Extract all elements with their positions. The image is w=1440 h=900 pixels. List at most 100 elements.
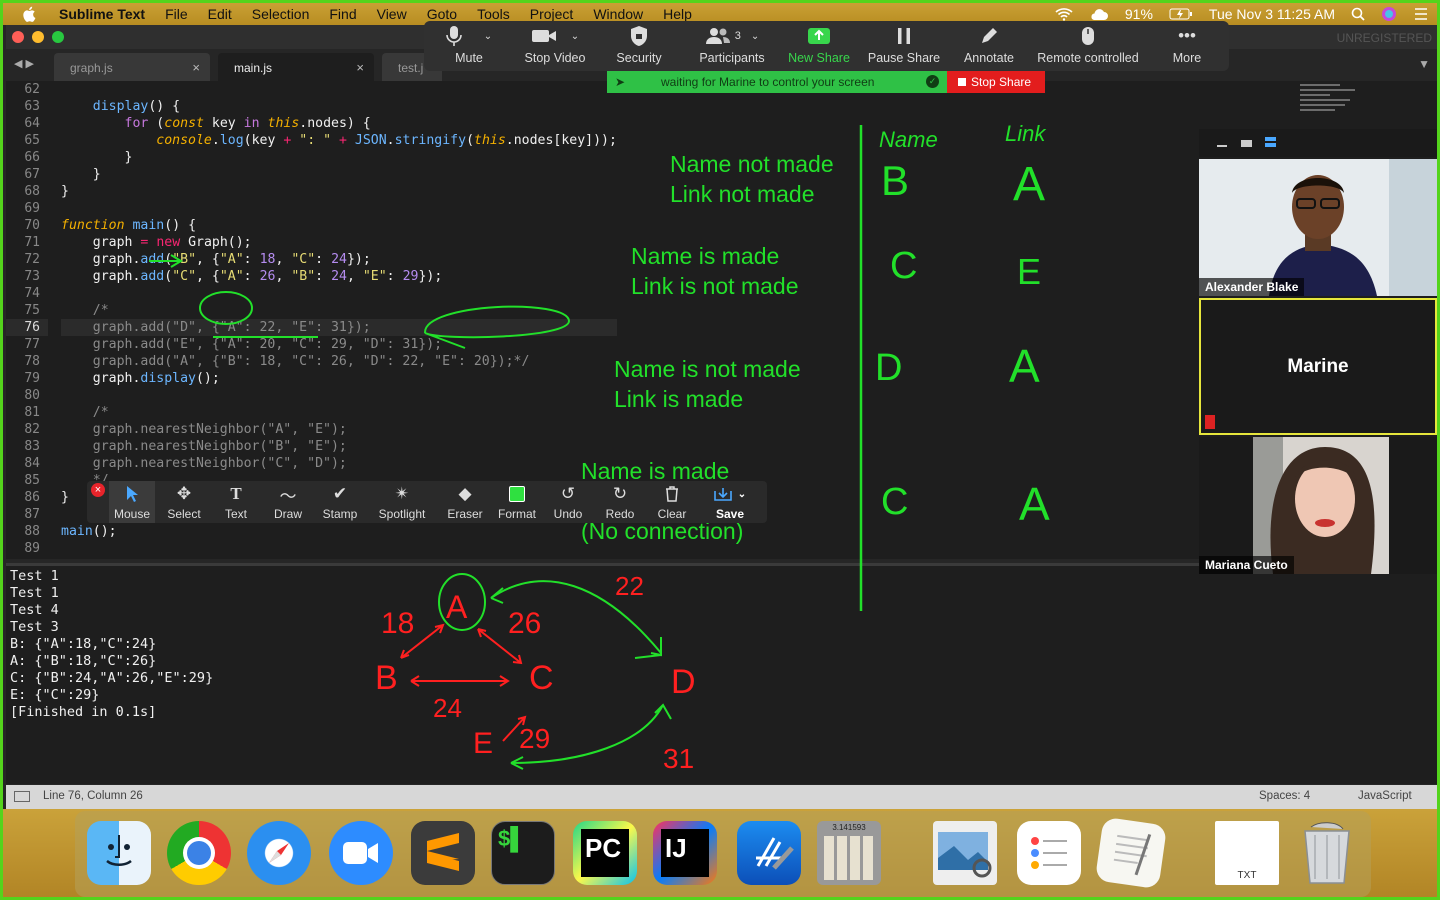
- graph-node-a: A: [446, 589, 468, 625]
- microphone-icon: [445, 26, 462, 46]
- dock-pycharm[interactable]: PC: [573, 821, 637, 885]
- more-button[interactable]: ••• More: [1164, 21, 1210, 71]
- stop-video-label: Stop Video: [524, 51, 586, 65]
- chevron-down-icon[interactable]: ⌄: [484, 31, 492, 42]
- dock-preview[interactable]: [933, 821, 997, 885]
- select-label: Select: [167, 507, 201, 521]
- dock-textedit[interactable]: [1094, 816, 1168, 890]
- dock-intellij[interactable]: IJ: [653, 821, 717, 885]
- more-label: More: [1172, 51, 1202, 65]
- zoom-meeting-toolbar: ⌄ Mute ⌄ Stop Video Security 3 ⌄ Particip…: [424, 21, 1229, 71]
- video-tile-alexander[interactable]: Alexander Blake: [1199, 159, 1437, 296]
- share-arrow-icon: [808, 28, 830, 44]
- annotate-button[interactable]: Annotate: [958, 21, 1020, 71]
- participant-video: [1199, 159, 1437, 296]
- gallery-view-icon[interactable]: [1265, 137, 1276, 147]
- eraser-tool[interactable]: ◆ Eraser: [441, 481, 489, 523]
- pencil-icon: [982, 28, 997, 43]
- xcode-icon: [756, 837, 794, 870]
- pause-share-button[interactable]: Pause Share: [866, 21, 942, 71]
- format-tool[interactable]: Format: [493, 481, 541, 523]
- spotlight-tool[interactable]: ✴ Spotlight: [373, 481, 431, 523]
- dock-reminders[interactable]: [1017, 821, 1081, 885]
- dock-xcode[interactable]: [737, 821, 801, 885]
- stop-share-button[interactable]: Stop Share: [947, 71, 1045, 93]
- note-1-line-2: Link not made: [670, 181, 815, 207]
- graph-node-d: D: [671, 663, 696, 701]
- text-label: Text: [224, 507, 247, 521]
- draw-tool[interactable]: 〜 Draw: [265, 481, 311, 523]
- table-cell: E: [1017, 251, 1042, 292]
- reminders-icon: [1031, 837, 1067, 869]
- participant-count: 3: [734, 30, 741, 42]
- dock-sublime-text[interactable]: [411, 821, 475, 885]
- save-icon: [713, 488, 732, 501]
- mouse-pointer-icon: ➤: [615, 75, 626, 89]
- graph-node-b: B: [375, 659, 398, 697]
- stop-video-button[interactable]: ⌄ Stop Video: [518, 21, 592, 71]
- annotation-circle: [199, 291, 253, 325]
- dock-calculator[interactable]: 3.141593: [817, 821, 881, 885]
- dock-finder[interactable]: [87, 821, 151, 885]
- undo-tool[interactable]: ↺ Undo: [545, 481, 591, 523]
- note-3-line-1: Name is not made: [614, 356, 801, 382]
- dock-terminal[interactable]: $▌: [491, 821, 555, 885]
- new-share-label: New Share: [788, 51, 850, 65]
- chevron-down-icon[interactable]: ⌄: [571, 31, 579, 42]
- waiting-text: waiting for Marine to control your scree…: [661, 75, 875, 89]
- save-tool[interactable]: ⌄ Save: [705, 481, 755, 523]
- note-2-line-2: Link is not made: [631, 273, 799, 299]
- dock-txt-file[interactable]: TXT: [1215, 821, 1279, 885]
- eraser-label: Eraser: [447, 507, 483, 521]
- compass-icon: [269, 843, 289, 863]
- table-cell: C: [881, 481, 909, 523]
- screen: Sublime Text File Edit Selection Find Vi…: [0, 0, 1440, 900]
- dock-safari[interactable]: [247, 821, 311, 885]
- chevron-down-icon[interactable]: ⌄: [751, 31, 759, 42]
- shield-icon: [631, 26, 647, 46]
- cursor-arrow-icon: [127, 486, 138, 502]
- mute-button[interactable]: ⌄ Mute: [444, 21, 494, 71]
- minimize-icon[interactable]: [1217, 145, 1227, 147]
- undo-label: Undo: [553, 507, 583, 521]
- table-cell: C: [890, 245, 918, 287]
- stamp-tool[interactable]: ✔ Stamp: [317, 481, 363, 523]
- close-annotation-icon[interactable]: ×: [91, 483, 105, 497]
- dock-zoom[interactable]: [329, 821, 393, 885]
- security-button[interactable]: Security: [610, 21, 668, 71]
- table-cell: D: [875, 347, 903, 389]
- squiggle-icon: 〜: [279, 486, 297, 506]
- video-tile-mariana[interactable]: Mariana Cueto: [1199, 437, 1437, 574]
- dock-chrome[interactable]: [167, 821, 231, 885]
- trash-icon: [666, 486, 678, 502]
- pause-share-label: Pause Share: [867, 51, 941, 65]
- move-icon: ✥: [176, 484, 192, 503]
- text-tool[interactable]: T Text: [213, 481, 259, 523]
- remote-controlled-label: Remote controlled: [1037, 51, 1139, 65]
- remote-controlled-button[interactable]: Remote controlled: [1032, 21, 1144, 71]
- window-icon[interactable]: [1241, 140, 1252, 147]
- table-header-name: Name: [879, 127, 938, 152]
- text-icon: T: [230, 484, 242, 503]
- select-tool[interactable]: ✥ Select: [161, 481, 207, 523]
- redo-tool[interactable]: ↻ Redo: [597, 481, 643, 523]
- spotlight-label: Spotlight: [378, 507, 426, 521]
- redo-icon: ↻: [612, 484, 628, 503]
- table-cell: B: [881, 157, 910, 204]
- graph-weight: 18: [381, 607, 415, 640]
- participant-name: Alexander Blake: [1199, 278, 1305, 296]
- mouse-tool[interactable]: Mouse: [109, 481, 155, 523]
- dock-trash[interactable]: [1295, 821, 1359, 885]
- clear-tool[interactable]: Clear: [649, 481, 695, 523]
- graph-weight: 31: [663, 743, 695, 774]
- graph-edges: [400, 623, 527, 742]
- participant-name: Mariana Cueto: [1199, 556, 1294, 574]
- chevron-down-icon[interactable]: ⌄: [738, 489, 746, 500]
- remote-control-status: ➤ waiting for Marine to control your scr…: [607, 71, 947, 93]
- mouse-icon: [1082, 27, 1094, 45]
- video-tile-marine[interactable]: Marine: [1199, 298, 1437, 435]
- participants-icon: [705, 28, 730, 44]
- participants-button[interactable]: 3 ⌄ Participants: [692, 21, 772, 71]
- graph-weight: 22: [615, 571, 644, 601]
- new-share-button[interactable]: New Share: [786, 21, 852, 71]
